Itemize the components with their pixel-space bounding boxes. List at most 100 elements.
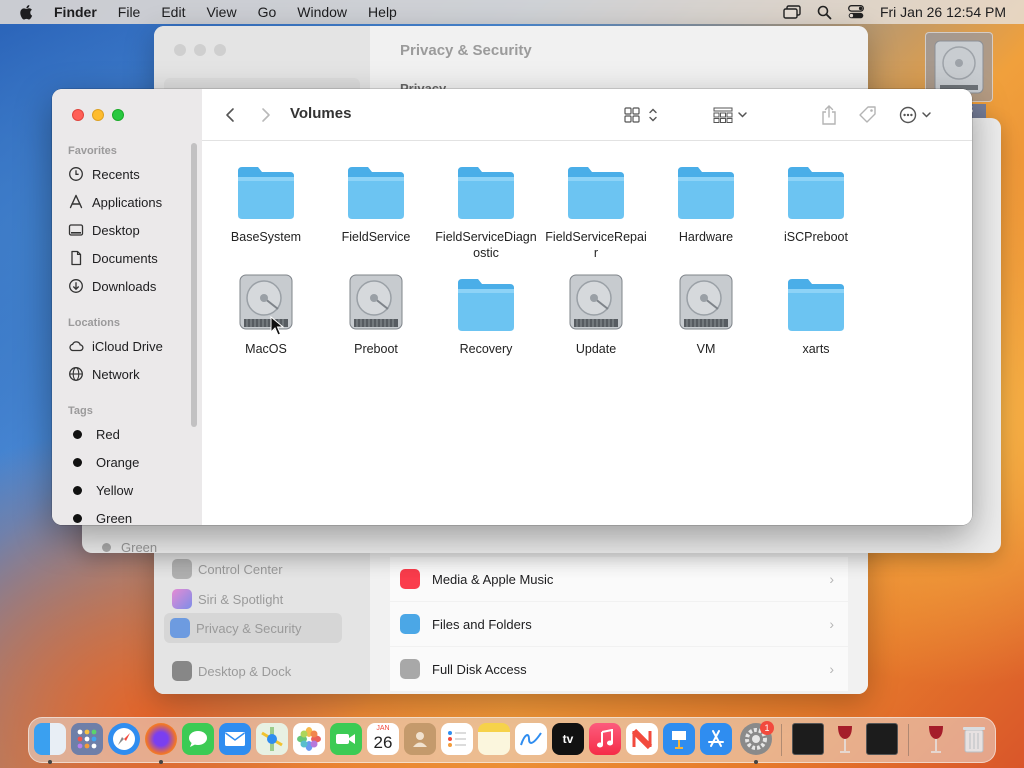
sidebar-item-icloud-drive[interactable]: iCloud Drive [68,334,192,358]
maps-icon[interactable] [256,723,288,755]
news-icon[interactable] [626,723,658,755]
trash-icon[interactable] [958,723,990,755]
terminal-window-thumbnail[interactable] [866,723,898,755]
folder-item[interactable]: FieldService [321,159,431,245]
settings-close-button[interactable] [174,44,186,56]
forward-button[interactable] [256,105,276,125]
menu-window[interactable]: Window [297,4,347,20]
item-label: xarts [802,342,830,356]
disk-item[interactable]: Update [541,271,651,357]
view-mode-button[interactable] [622,104,662,126]
menu-file[interactable]: File [118,4,141,20]
menu-edit[interactable]: Edit [161,4,185,20]
folder-icon [788,279,844,331]
sidebar-item-applications[interactable]: Applications [68,190,192,214]
folder-item[interactable]: iSCPreboot [761,159,871,245]
notification-badge: 1 [760,721,774,735]
reminders-icon[interactable] [441,723,473,755]
photos-icon[interactable] [293,723,325,755]
settings-zoom-button[interactable] [214,44,226,56]
folder-item[interactable]: xarts [761,271,871,357]
sidebar-item-desktop[interactable]: Desktop [68,218,192,242]
envelope-icon [225,732,245,746]
dock-separator [908,724,909,756]
item-label-line: FieldServiceRepai [545,230,647,244]
sidebar-tag-orange[interactable]: Orange [68,450,192,474]
disk-item[interactable]: VM [651,271,761,357]
messages-icon[interactable] [182,723,214,755]
tag-icon [859,106,876,123]
freeform-icon[interactable] [515,723,547,755]
facetime-icon[interactable] [330,723,362,755]
disk-item[interactable]: Preboot [321,271,431,357]
tag-dot-icon [73,429,82,439]
sidebar-item-documents[interactable]: Documents [68,246,192,270]
apple-logo-icon[interactable] [18,3,36,21]
sidebar-tag-green[interactable]: Green [68,506,192,525]
screen-mirroring-icon[interactable] [783,5,801,19]
icon-grid-icon [624,107,657,123]
safari-icon[interactable] [108,723,140,755]
more-actions-button[interactable] [898,104,936,126]
folder-icon [568,167,624,219]
finder-window: Favorites Recents Applications Desktop D… [52,89,972,525]
item-label: Update [575,342,617,356]
finder-toolbar: Volumes [202,89,972,141]
settings-item-privacy-security[interactable]: Privacy & Security [164,613,342,643]
folder-item[interactable]: FieldServiceDiagn ostic [431,159,541,261]
sidebar-item-downloads[interactable]: Downloads [68,274,192,298]
sidebar-scrollbar[interactable] [191,143,197,427]
settings-row-label: Media & Apple Music [432,571,554,587]
launchpad-icon[interactable] [71,723,103,755]
control-center-icon[interactable] [847,5,864,19]
settings-item-siri[interactable]: Siri & Spotlight [166,585,344,613]
zoom-button[interactable] [112,109,124,121]
menu-app-name[interactable]: Finder [54,4,97,20]
tv-label: tv [562,732,574,746]
settings-item-desktop-dock[interactable]: Desktop & Dock [166,657,344,685]
back-button[interactable] [220,105,240,125]
finder-icon[interactable] [34,723,66,755]
folder-item[interactable]: Hardware [651,159,761,245]
tags-button[interactable] [856,104,880,126]
disk-icon [400,659,420,679]
menu-help[interactable]: Help [368,4,397,20]
keynote-icon[interactable] [663,723,695,755]
settings-row-files-folders[interactable]: Files and Folders › [390,602,848,646]
minimize-button[interactable] [92,109,104,121]
item-label: Hardware [678,230,734,244]
wine-app-icon[interactable] [920,723,952,755]
sidebar-tag-red[interactable]: Red [68,422,192,446]
music-icon[interactable] [589,723,621,755]
calendar-icon[interactable]: JAN 26 [367,723,399,755]
settings-minimize-button[interactable] [194,44,206,56]
settings-item-control-center[interactable]: Control Center [166,555,344,583]
sidebar-tag-yellow[interactable]: Yellow [68,478,192,502]
folder-item[interactable]: Recovery [431,271,541,357]
folder-item[interactable]: BaseSystem [211,159,321,245]
settings-row-media-music[interactable]: Media & Apple Music › [390,557,848,601]
sidebar-item-network[interactable]: Network [68,362,192,386]
menu-view[interactable]: View [206,4,236,20]
share-button[interactable] [818,103,840,127]
sidebar-item-recents[interactable]: Recents [68,162,192,186]
mail-icon[interactable] [219,723,251,755]
music-note-icon [597,729,613,748]
close-button[interactable] [72,109,84,121]
menu-go[interactable]: Go [258,4,277,20]
folder-item[interactable]: FieldServiceRepai r [541,159,651,261]
firefox-icon[interactable] [145,723,177,755]
contacts-icon[interactable] [404,723,436,755]
wine-app-icon[interactable] [829,723,861,755]
apple-tv-icon[interactable]: tv [552,723,584,755]
menu-clock[interactable]: Fri Jan 26 12:54 PM [880,4,1006,20]
notes-icon[interactable] [478,723,510,755]
trash-can-icon [963,727,985,753]
app-store-icon[interactable] [700,723,732,755]
podium-icon [672,731,686,749]
disk-item[interactable]: MacOS [211,271,321,357]
group-by-button[interactable] [710,104,752,126]
terminal-window-thumbnail[interactable] [792,723,824,755]
settings-row-full-disk[interactable]: Full Disk Access › [390,647,848,691]
spotlight-search-icon[interactable] [817,5,832,20]
